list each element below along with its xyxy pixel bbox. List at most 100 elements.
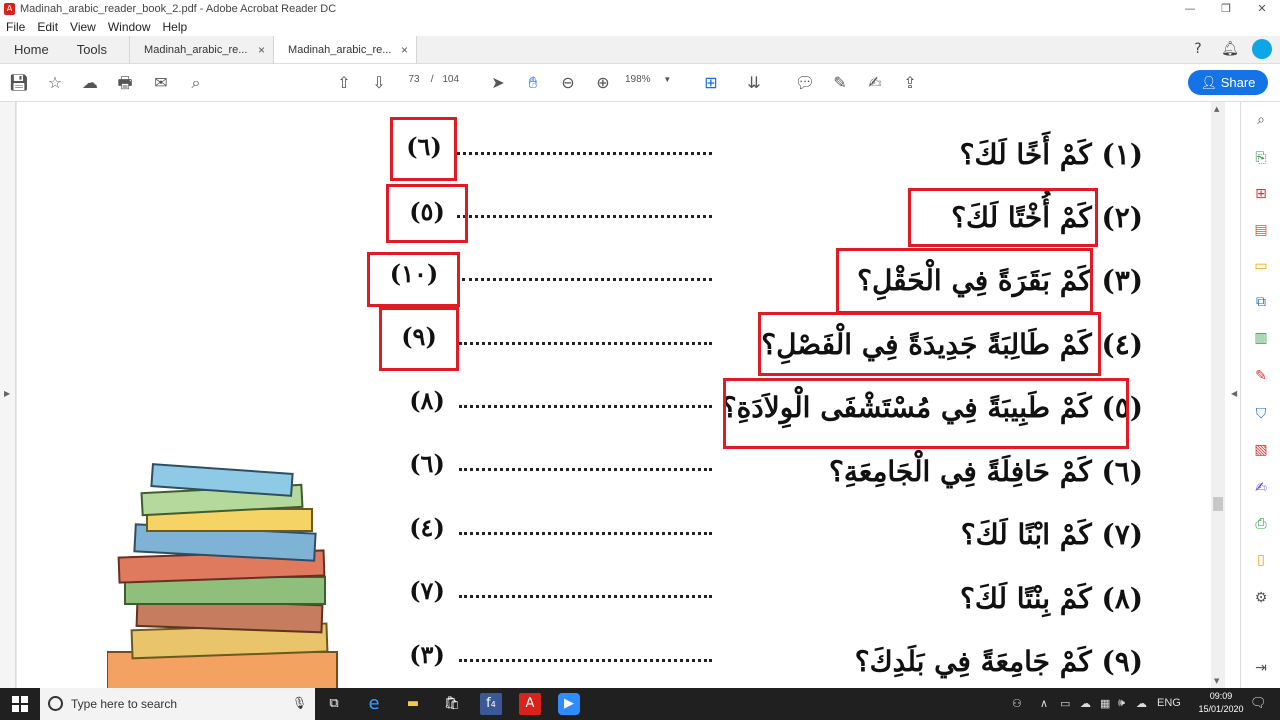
notification-bell-icon[interactable]: 🔔︎ [1220, 39, 1240, 59]
zoom-app-icon[interactable]: ▶ [558, 693, 580, 715]
comment-tool-icon[interactable]: ▭ [1251, 256, 1271, 276]
cloud-icon[interactable]: ☁ [1080, 697, 1091, 710]
fill-sign-icon[interactable]: ✍︎ [1251, 478, 1271, 498]
avatar[interactable] [1252, 39, 1272, 59]
scrollbar-thumb[interactable] [1213, 497, 1223, 511]
share-link-icon[interactable]: ⇪ [899, 72, 921, 94]
answer-dotted-line [457, 215, 712, 218]
close-tab-icon[interactable]: × [401, 36, 408, 64]
red-annotation-box [908, 188, 1098, 247]
menu-help[interactable]: Help [163, 20, 188, 34]
vertical-scrollbar[interactable]: ▲ ▼ [1211, 102, 1225, 688]
document-tab-1[interactable]: Madinah_arabic_re... × [129, 36, 274, 64]
tray-chevron-icon[interactable]: ∧ [1040, 697, 1048, 710]
pdf-file-icon[interactable]: ▧ [1251, 440, 1271, 460]
account-icons: ? 🔔︎ [1188, 39, 1272, 59]
people-icon[interactable]: ⚇ [1012, 697, 1022, 710]
fit-page-icon[interactable]: ⊞ [700, 72, 722, 94]
title-bar: A Madinah_arabic_reader_book_2.pdf - Ado… [0, 0, 1280, 18]
acrobat-taskbar-icon[interactable]: A [519, 693, 541, 715]
red-annotation-box [836, 248, 1093, 314]
question-9: (٩) كَمْ جَامِعَةً فِي بَلَدِكَ؟ [854, 645, 1143, 678]
document-tab-label: Madinah_arabic_re... [288, 44, 392, 56]
store-icon[interactable]: 🛍︎ [440, 692, 464, 716]
close-tab-icon[interactable]: × [258, 36, 265, 64]
left-nav-pane-toggle[interactable]: ▶ [0, 102, 16, 688]
scroll-down-icon[interactable]: ▼ [1214, 677, 1219, 685]
task-view-icon[interactable]: ⧉ [322, 692, 346, 716]
document-viewer[interactable]: ▶ (١) كَمْ أَخًا لَكَ؟ (٦) (٢) كَمْ أُخْ… [0, 102, 1240, 688]
red-annotation-box [367, 252, 460, 307]
microphone-icon[interactable]: 🎙︎ [292, 696, 307, 710]
facebook-badge: 4 [490, 700, 496, 709]
bookmark-star-icon[interactable]: ☆ [44, 72, 66, 94]
send-for-signature-icon[interactable]: ⎙ [1251, 514, 1271, 534]
protect-shield-icon[interactable]: ⛉ [1251, 404, 1271, 424]
cortana-circle-icon [48, 696, 63, 711]
expand-left-pane-icon[interactable]: ▶ [4, 389, 10, 398]
scroll-up-icon[interactable]: ▲ [1214, 105, 1219, 113]
more-tools-icon[interactable]: ⚙︎ [1251, 588, 1271, 608]
answer-dotted-line [462, 278, 712, 281]
answer-dotted-line [459, 532, 712, 535]
input-language[interactable]: ENG [1157, 697, 1181, 709]
edge-browser-icon[interactable]: e [362, 692, 386, 716]
email-icon[interactable]: ✉ [150, 72, 172, 94]
chevron-down-icon: ▼ [663, 75, 672, 84]
sign-icon[interactable]: ✍︎ [864, 72, 886, 94]
select-cursor-icon[interactable]: ➤ [487, 72, 509, 94]
save-icon[interactable]: 💾︎ [8, 72, 30, 94]
zoom-select[interactable]: 198% ▼ [625, 74, 680, 85]
share-button[interactable]: 👤︎ Share [1188, 70, 1268, 95]
red-annotation-box [723, 378, 1129, 449]
previous-page-icon[interactable]: ⇧ [333, 72, 355, 94]
zoom-search-icon[interactable]: ⌕ [1251, 110, 1271, 130]
document-tab-2[interactable]: Madinah_arabic_re... × [273, 36, 418, 64]
menu-window[interactable]: Window [108, 20, 151, 34]
edit-pdf-icon[interactable]: ▤ [1251, 220, 1271, 240]
current-page-input[interactable]: 73 [400, 74, 428, 85]
print-icon[interactable]: 🖶 [114, 72, 136, 94]
zoom-out-icon[interactable]: ⊖ [557, 72, 579, 94]
menu-view[interactable]: View [70, 20, 96, 34]
answer-dotted-line [459, 468, 712, 471]
menu-file[interactable]: File [6, 20, 25, 34]
search-icon[interactable]: ⌕ [185, 72, 207, 94]
export-pdf-icon[interactable]: ⎘ [1251, 148, 1271, 168]
minimize-button[interactable]: — [1172, 0, 1208, 18]
next-page-icon[interactable]: ⇩ [368, 72, 390, 94]
answer-dotted-line [457, 152, 712, 155]
expand-right-pane-icon[interactable]: ◀ [1231, 389, 1237, 398]
close-window-button[interactable]: ✕ [1244, 0, 1280, 18]
windows-start-icon[interactable] [12, 696, 28, 712]
send-track-icon[interactable]: ▯ [1251, 550, 1271, 570]
scroll-mode-icon[interactable]: ⇊ [743, 72, 765, 94]
highlight-pen-icon[interactable]: ✎ [829, 72, 851, 94]
taskbar-search-box[interactable]: Type here to search 🎙︎ [40, 688, 315, 720]
battery-icon[interactable]: ▭ [1060, 697, 1070, 710]
comment-icon[interactable]: 💬︎ [794, 72, 816, 94]
right-pane-toggle[interactable]: ◀ [1225, 102, 1240, 688]
restore-button[interactable]: ❐ [1208, 0, 1244, 18]
onedrive-icon[interactable]: ☁ [1136, 697, 1147, 710]
system-clock[interactable]: 09:09 15/01/2020 [1196, 690, 1246, 716]
redact-icon[interactable]: ✎ [1251, 366, 1271, 386]
menu-edit[interactable]: Edit [37, 20, 58, 34]
help-icon[interactable]: ? [1188, 39, 1208, 59]
tab-tools[interactable]: Tools [63, 36, 121, 63]
zoom-in-icon[interactable]: ⊕ [592, 72, 614, 94]
volume-icon[interactable]: 🕪︎ [1118, 697, 1125, 710]
create-pdf-icon[interactable]: ⊞ [1251, 184, 1271, 204]
red-annotation-box [386, 184, 468, 243]
network-icon[interactable]: ▦ [1100, 697, 1110, 710]
tab-home[interactable]: Home [0, 36, 63, 63]
facebook-app-icon[interactable]: f4 [480, 693, 502, 715]
question-6: (٦) كَمْ حَافِلَةً فِي الْجَامِعَةِ؟ [828, 455, 1143, 488]
notifications-icon[interactable]: 🗨︎ [1250, 695, 1267, 711]
file-explorer-icon[interactable]: ▬ [401, 692, 425, 716]
hand-tool-icon[interactable]: ✋︎ [522, 72, 544, 94]
combine-files-icon[interactable]: ⧉ [1251, 292, 1271, 312]
organize-pages-icon[interactable]: ▥ [1251, 328, 1271, 348]
upload-cloud-icon[interactable]: ☁ [79, 72, 101, 94]
collapse-pane-icon[interactable]: ⇥ [1251, 658, 1271, 678]
